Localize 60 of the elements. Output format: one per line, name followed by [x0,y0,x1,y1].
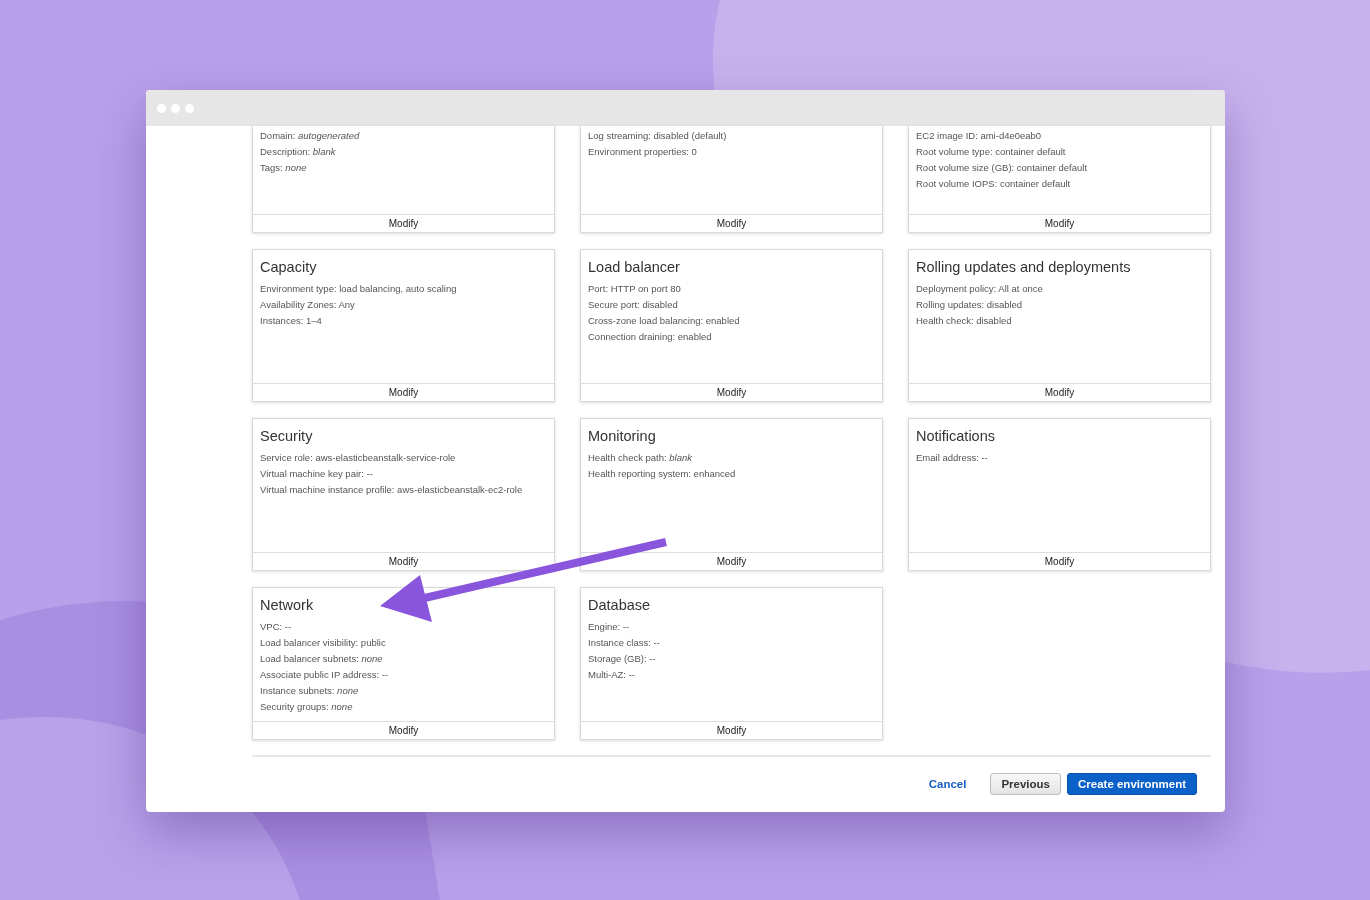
window-dot-icon[interactable] [171,103,180,113]
setting-line: Health reporting system: enhanced [588,467,737,481]
setting-line: Associate public IP address: -- [260,668,390,682]
modify-button[interactable]: Modify [581,214,882,232]
card-title: Rolling updates and deployments [916,259,1131,275]
previous-button[interactable]: Previous [990,773,1061,795]
setting-line: Multi-AZ: -- [588,668,636,682]
setting-line: Tags: none [260,161,308,175]
setting-line: Cross-zone load balancing: enabled [588,314,741,328]
setting-line: Deployment policy: All at once [916,282,1044,296]
setting-line: Instance class: -- [588,636,661,650]
setting-line: Log streaming: disabled (default) [588,129,728,143]
setting-line: Root volume size (GB): container default [916,161,1089,175]
modify-button[interactable]: Modify [909,383,1210,401]
card-title: Network [260,597,314,613]
setting-line: Engine: -- [588,620,631,634]
setting-line: Storage (GB): -- [588,652,657,666]
setting-line: Load balancer subnets: none [260,652,384,666]
setting-line: Description: blank [260,145,337,159]
cancel-link[interactable]: Cancel [918,773,977,795]
setting-line: Root volume IOPS: container default [916,177,1072,191]
card-title: Capacity [260,259,317,275]
modify-button[interactable]: Modify [581,721,882,739]
setting-line: Health check: disabled [916,314,1013,328]
setting-line: Connection draining: enabled [588,330,713,344]
modify-button[interactable]: Modify [581,383,882,401]
setting-line: Load balancer visibility: public [260,636,387,650]
setting-line: Security groups: none [260,700,354,714]
card-title: Load balancer [588,259,680,275]
card-title: Notifications [916,428,995,444]
setting-line: Secure port: disabled [588,298,679,312]
setting-line: Port: HTTP on port 80 [588,282,682,296]
card-title: Security [260,428,313,444]
setting-line: Service role: aws-elasticbeanstalk-service-role [260,451,457,465]
setting-line: Instance subnets: none [260,684,360,698]
setting-line: Instances: 1–4 [260,314,323,328]
modify-button[interactable]: Modify [253,721,554,739]
setting-line: Environment properties: 0 [588,145,698,159]
setting-line: Virtual machine key pair: -- [260,467,374,481]
modify-button[interactable]: Modify [253,383,554,401]
create-button[interactable]: Create environment [1067,773,1197,795]
modify-button[interactable]: Modify [909,552,1210,570]
setting-line: Health check path: blank [588,451,694,465]
setting-line: Email address: -- [916,451,989,465]
setting-line: VPC: -- [260,620,293,634]
modify-button[interactable]: Modify [909,214,1210,232]
setting-line: Virtual machine instance profile: aws-elasticbeanstalk-ec2-role [260,483,524,497]
card-title: Database [588,597,651,613]
modify-button[interactable]: Modify [253,552,554,570]
modify-button[interactable]: Modify [253,214,554,232]
setting-line: Rolling updates: disabled [916,298,1024,312]
window-dot-icon[interactable] [157,103,166,113]
setting-line: Environment type: load balancing, auto scaling [260,282,458,296]
setting-line: Root volume type: container default [916,145,1067,159]
setting-line: Availability Zones: Any [260,298,356,312]
card-title: Monitoring [588,428,656,444]
window-dot-icon[interactable] [185,103,194,113]
modify-button[interactable]: Modify [581,552,882,570]
setting-line: Domain: autogenerated [260,129,361,143]
setting-line: EC2 image ID: ami-d4e0eab0 [916,129,1043,143]
